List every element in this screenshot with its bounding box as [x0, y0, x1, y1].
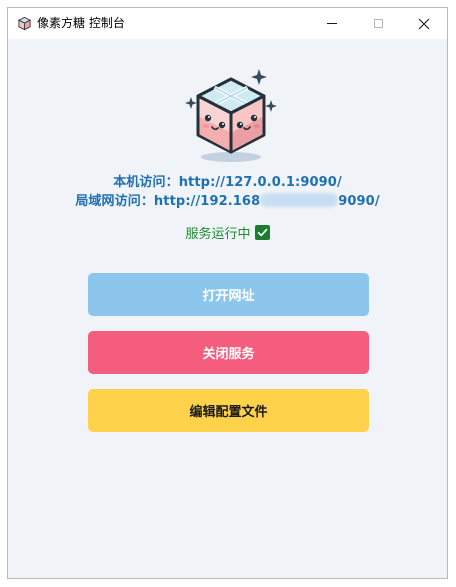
minimize-icon [327, 23, 337, 24]
title-bar[interactable]: 像素方糖 控制台 [8, 8, 447, 39]
stop-service-button[interactable]: 关闭服务 [88, 331, 369, 374]
close-button[interactable] [401, 8, 447, 39]
lan-url-suffix: 9090/ [338, 194, 380, 209]
edit-config-button[interactable]: 编辑配置文件 [88, 389, 369, 432]
app-window: 像素方糖 控制台 本机访问：http://127.0.0.1:9090/ 局域网… [7, 7, 448, 579]
lan-url-text[interactable]: 局域网访问：http://192.168 9090/ [8, 190, 447, 209]
sugar-cube-mascot [185, 69, 277, 162]
maximize-icon [373, 19, 383, 28]
redacted-ip-segment [260, 193, 339, 207]
minimize-button[interactable] [309, 8, 355, 39]
open-url-button[interactable]: 打开网址 [88, 273, 369, 316]
close-icon [418, 18, 430, 29]
window-title: 像素方糖 控制台 [37, 16, 125, 30]
maximize-button[interactable] [355, 8, 401, 39]
checkbox-checked-icon [254, 225, 270, 240]
sugar-cube-icon [17, 16, 32, 31]
lan-url-prefix: 局域网访问：http://192.168 [75, 194, 261, 209]
status-label: 服务运行中 [185, 227, 251, 242]
service-status: 服务运行中 [8, 223, 447, 242]
local-url-text[interactable]: 本机访问：http://127.0.0.1:9090/ [8, 171, 447, 190]
